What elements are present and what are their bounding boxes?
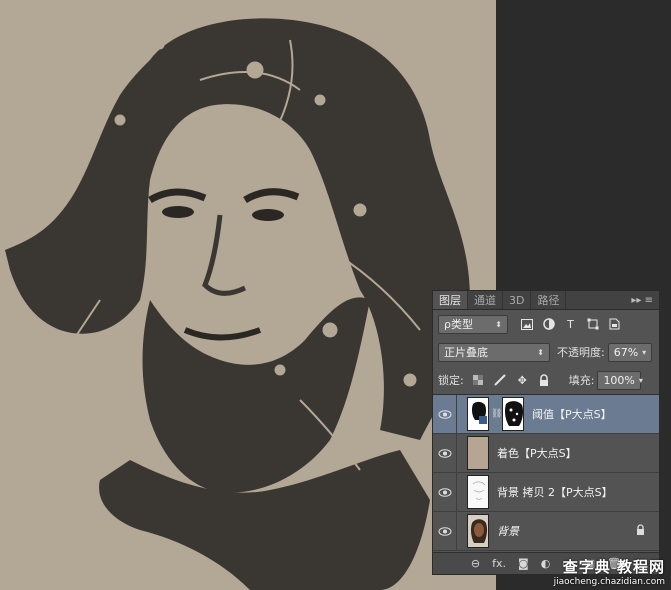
sketch-thumbnail: [467, 475, 489, 509]
opacity-value: 67%: [613, 345, 639, 359]
opacity-label: 不透明度:: [557, 346, 605, 359]
right-brow: [243, 188, 300, 204]
document-canvas[interactable]: [0, 0, 496, 590]
portrait-artwork: [5, 18, 470, 590]
layer-mask-thumbnail[interactable]: [502, 397, 524, 431]
visibility-eye-icon[interactable]: [433, 395, 457, 433]
fill-field[interactable]: 100% ▾: [597, 370, 643, 390]
lock-all-icon[interactable]: [538, 374, 551, 387]
adjustment-icon[interactable]: ◐: [541, 557, 551, 570]
left-brow: [148, 188, 207, 204]
fill-label: 填充:: [568, 374, 595, 387]
threshold-icon: [467, 397, 489, 431]
filter-kind-select[interactable]: ρ类型 ⬍: [438, 314, 508, 334]
portrait-thumbnail: [467, 514, 489, 548]
solid-fill-thumbnail: [467, 436, 489, 470]
layer-row-background-copy-2[interactable]: 背景 拷贝 2【P大点S】: [433, 473, 659, 512]
watermark: 查字典 教程网 jiaocheng.chazidian.com: [554, 556, 665, 587]
left-eye: [162, 206, 194, 218]
lock-position-icon[interactable]: ✥: [516, 374, 529, 387]
type-filter-icon[interactable]: T: [564, 318, 577, 331]
layers-list: ⛓ 阈值【P大点S】 着色【P大点S】 背景 拷贝 2【P大点S】 背景: [433, 394, 659, 551]
fill-value: 100%: [603, 373, 635, 387]
visibility-eye-icon[interactable]: [433, 512, 457, 550]
visibility-eye-icon[interactable]: [433, 473, 457, 511]
adjustment-filter-icon[interactable]: [542, 318, 555, 331]
right-eye: [252, 209, 284, 221]
watermark-sub: jiaocheng.chazidian.com: [553, 577, 665, 587]
smart-object-filter-icon[interactable]: [608, 318, 621, 331]
tab-layers[interactable]: 图层: [433, 291, 468, 309]
link-icon[interactable]: ⊖: [471, 557, 480, 570]
chevron-updown-icon: ⬍: [495, 319, 502, 329]
link-chain-icon[interactable]: ⛓: [491, 409, 502, 419]
blend-mode-select[interactable]: 正片叠底 ⬍: [438, 342, 550, 362]
mouth: [183, 327, 262, 341]
mask-icon[interactable]: ◙: [518, 557, 529, 570]
blend-mode-value: 正片叠底: [444, 345, 488, 359]
tab-3d[interactable]: 3D: [503, 291, 532, 309]
image-filter-icon[interactable]: [520, 318, 533, 331]
filter-kind-label: ρ类型: [444, 317, 473, 331]
tab-channels[interactable]: 通道: [468, 291, 503, 309]
layer-row-threshold[interactable]: ⛓ 阈值【P大点S】: [433, 395, 659, 434]
panel-menu-icon[interactable]: ▸▸ ≡: [625, 291, 659, 309]
filter-row: ρ类型 ⬍ T: [433, 310, 659, 338]
chevron-down-icon[interactable]: ▾: [639, 372, 643, 389]
layers-panel: 图层 通道 3D 路径 ▸▸ ≡ ρ类型 ⬍ T 正片叠底 ⬍ 不透明度: 67…: [432, 290, 660, 575]
tab-paths[interactable]: 路径: [531, 291, 567, 309]
opacity-field[interactable]: 67% ▾: [607, 342, 652, 362]
layer-row-background[interactable]: 背景: [433, 512, 659, 551]
watermark-main: 查字典 教程网: [562, 558, 665, 576]
layer-name[interactable]: 背景: [497, 523, 519, 539]
layer-name[interactable]: 着色【P大点S】: [497, 445, 577, 461]
blend-row: 正片叠底 ⬍ 不透明度: 67% ▾: [433, 338, 659, 366]
panel-tabbar: 图层 通道 3D 路径 ▸▸ ≡: [433, 291, 659, 310]
visibility-eye-icon[interactable]: [433, 434, 457, 472]
chevron-down-icon[interactable]: ▾: [642, 344, 646, 361]
lock-label: 锁定:: [438, 374, 464, 387]
layer-row-colorize[interactable]: 着色【P大点S】: [433, 434, 659, 473]
layer-name[interactable]: 阈值【P大点S】: [532, 406, 612, 422]
nose: [202, 214, 247, 296]
fx-icon[interactable]: fx.: [492, 557, 506, 570]
lock-row: 锁定: ✥ 填充: 100% ▾: [433, 366, 659, 394]
chevron-updown-icon: ⬍: [537, 347, 544, 357]
layer-name[interactable]: 背景 拷贝 2【P大点S】: [497, 484, 613, 500]
filter-icons: T: [520, 318, 621, 331]
shape-filter-icon[interactable]: [586, 318, 599, 331]
layer-lock-icon: [636, 524, 645, 538]
lock-pixels-icon[interactable]: [494, 374, 507, 387]
lock-transparent-icon[interactable]: [472, 374, 485, 387]
lock-icons: ✥: [472, 374, 551, 387]
